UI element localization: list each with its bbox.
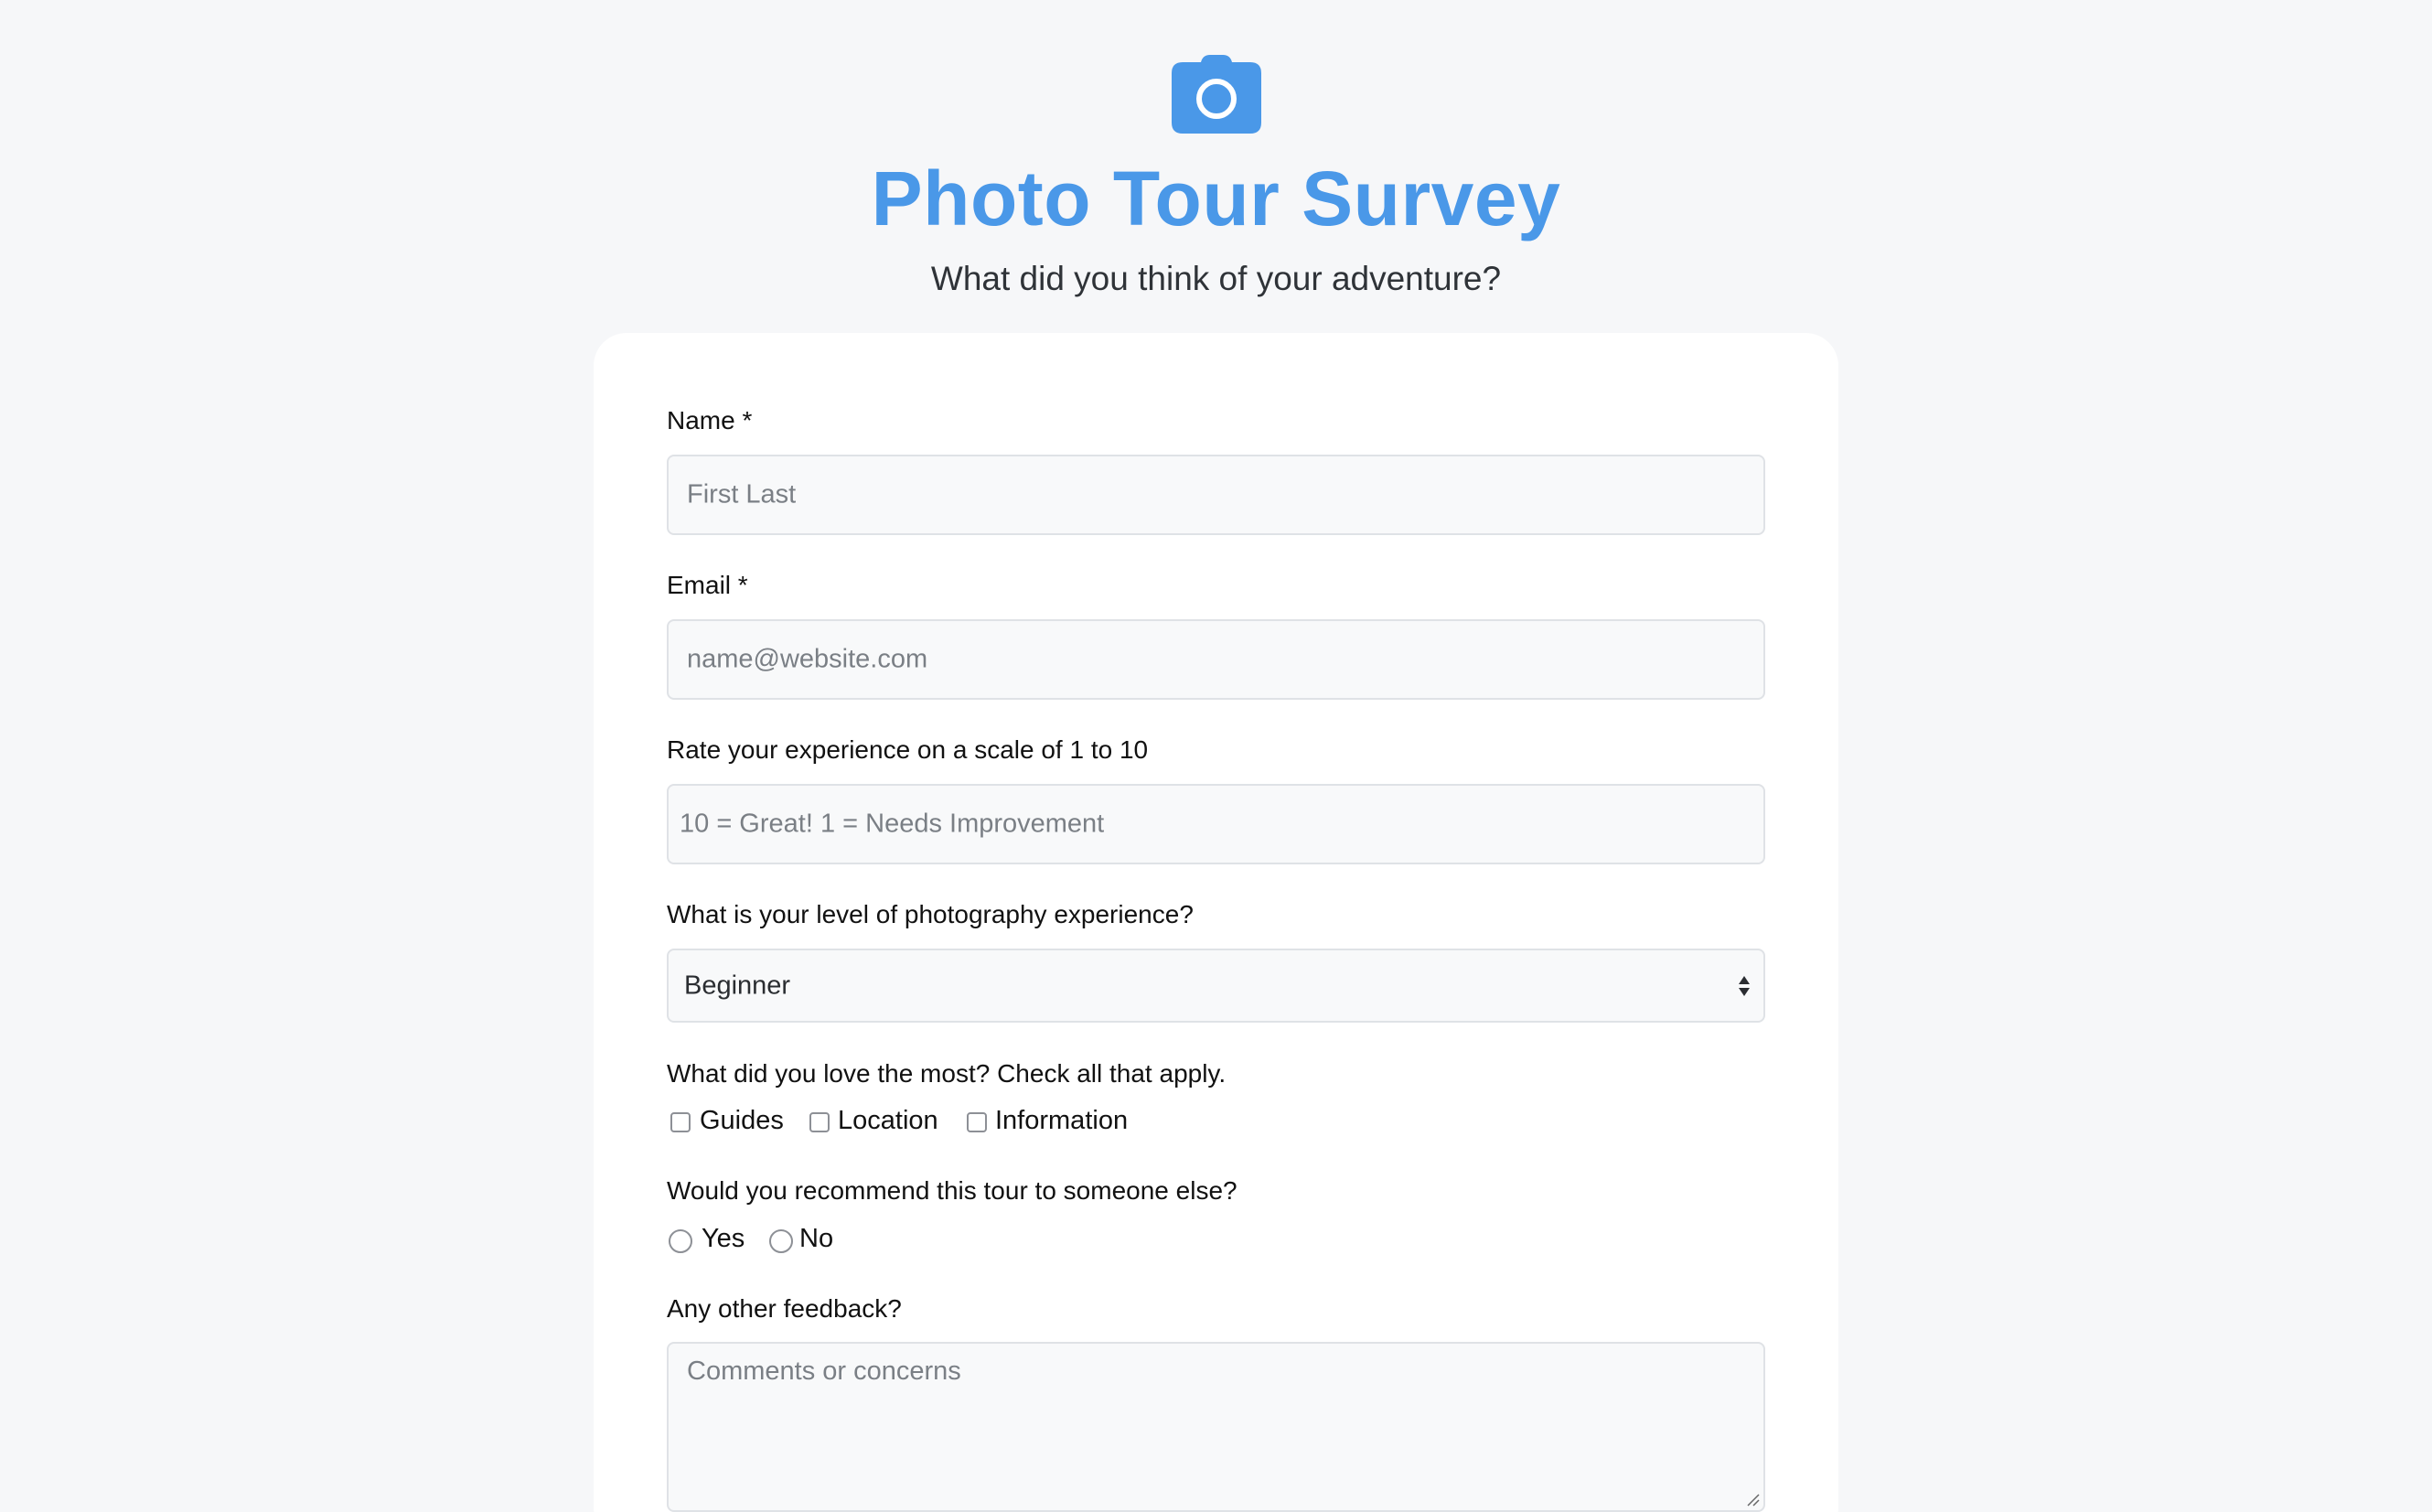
checkbox-location[interactable] [809,1112,830,1132]
recommend-label: Would you recommend this tour to someone… [667,1176,1237,1205]
feedback-textarea[interactable]: Comments or concerns [667,1342,1765,1512]
radio-option-no[interactable]: No [769,1221,852,1258]
email-placeholder: name@website.com [687,644,928,674]
survey-page: Photo Tour Survey What did you think of … [0,0,2432,1512]
camera-icon [1172,55,1261,134]
checkbox-option-location[interactable]: Location [809,1103,938,1140]
checkbox-option-information[interactable]: Information [967,1103,1131,1140]
radio-yes[interactable] [669,1229,692,1253]
loved-options: Guides Location Information [667,1103,1216,1140]
checkbox-information[interactable] [967,1112,987,1132]
name-placeholder: First Last [687,479,797,509]
resize-grip-icon[interactable] [1745,1492,1760,1507]
feedback-placeholder: Comments or concerns [687,1357,961,1386]
radio-label-yes: Yes [702,1224,745,1253]
experience-selected-value: Beginner [684,970,791,1000]
rating-input[interactable]: 10 = Great! 1 = Needs Improvement [667,784,1765,864]
page-title: Photo Tour Survey [871,155,1561,241]
loved-label: What did you love the most? Check all th… [667,1059,1227,1088]
checkbox-label-guides: Guides [700,1106,784,1135]
rating-placeholder: 10 = Great! 1 = Needs Improvement [680,809,1105,839]
email-label: Email * [667,571,748,599]
checkbox-guides[interactable] [670,1112,691,1132]
radio-label-no: No [799,1224,834,1253]
select-arrows-icon [1739,975,1750,996]
feedback-label: Any other feedback? [667,1294,902,1323]
name-label: Name * [667,406,753,434]
name-input[interactable]: First Last [667,455,1765,535]
checkbox-label-information: Information [995,1106,1129,1135]
experience-label: What is your level of photography experi… [667,900,1194,928]
radio-no[interactable] [769,1229,793,1253]
experience-select[interactable]: Beginner [667,949,1765,1023]
rating-label: Rate your experience on a scale of 1 to … [667,735,1149,764]
checkbox-label-location: Location [838,1106,938,1135]
page-subtitle: What did you think of your adventure? [930,260,1502,297]
recommend-options: Yes No [667,1221,1033,1258]
checkbox-option-guides[interactable]: Guides [670,1103,784,1140]
email-input[interactable]: name@website.com [667,619,1765,700]
radio-option-yes[interactable]: Yes [669,1221,751,1258]
